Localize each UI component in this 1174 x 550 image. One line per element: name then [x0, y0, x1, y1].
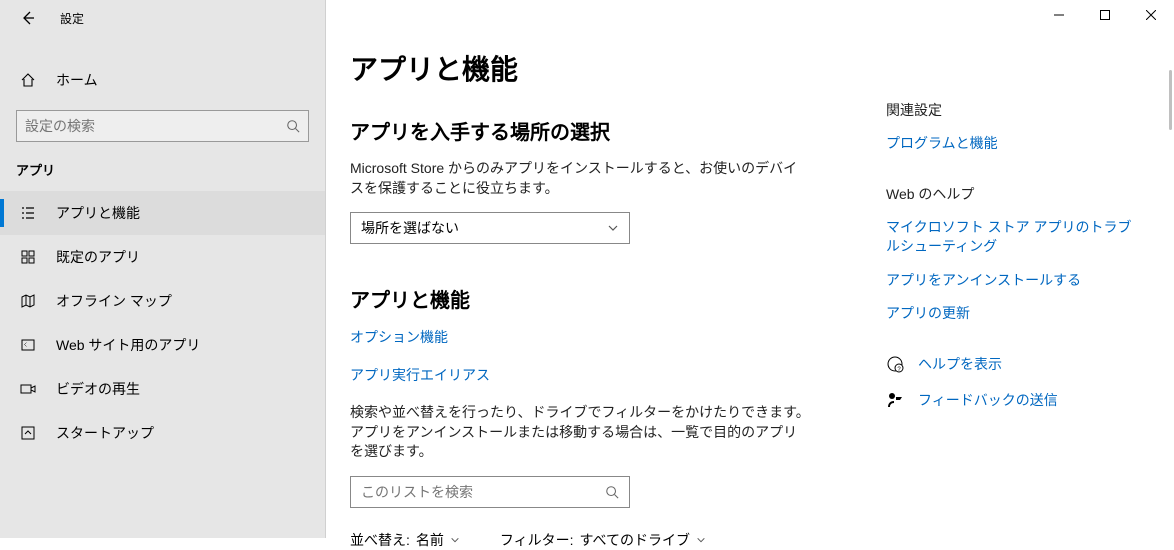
video-icon — [18, 381, 38, 397]
sidebar-search-input[interactable] — [25, 118, 286, 134]
related-settings-title: 関連設定 — [886, 100, 1132, 120]
defaults-icon — [18, 249, 38, 265]
link-store-troubleshoot[interactable]: マイクロソフト ストア アプリのトラブルシューティング — [886, 218, 1132, 257]
scrollbar-thumb[interactable] — [1169, 70, 1172, 130]
startup-icon — [18, 425, 38, 441]
arrow-left-icon — [20, 10, 36, 26]
help-row[interactable]: ? ヘルプを表示 — [886, 354, 1132, 374]
map-icon — [18, 293, 38, 309]
content: アプリと機能 アプリを入手する場所の選択 Microsoft Store からの… — [326, 0, 886, 538]
sidebar-item-label: Web サイト用のアプリ — [56, 335, 200, 355]
list-icon — [18, 205, 38, 221]
web-help-title: Web のヘルプ — [886, 184, 1132, 204]
link-programs-features[interactable]: プログラムと機能 — [886, 134, 1132, 154]
sidebar-search[interactable] — [16, 110, 309, 142]
sidebar-search-wrap — [0, 100, 325, 142]
link-uninstall-app[interactable]: アプリをアンインストールする — [886, 271, 1132, 291]
window-title: 設定 — [60, 10, 84, 27]
source-description: Microsoft Store からのみアプリをインストールすると、お使いのデバ… — [350, 159, 810, 198]
sidebar: 設定 ホーム アプリ アプリと機能 既定のアプリ — [0, 0, 326, 538]
sidebar-item-video-playback[interactable]: ビデオの再生 — [0, 367, 325, 411]
filter-value: すべてのドライブ — [580, 530, 690, 550]
search-icon — [605, 485, 619, 499]
sort-value: 名前 — [416, 530, 444, 550]
website-icon — [18, 337, 38, 353]
sidebar-item-label: 既定のアプリ — [56, 247, 140, 267]
settings-window: 設定 ホーム アプリ アプリと機能 既定のアプリ — [0, 0, 1174, 538]
right-pane: 関連設定 プログラムと機能 Web のヘルプ マイクロソフト ストア アプリのト… — [886, 0, 1156, 538]
home-icon — [18, 72, 38, 88]
titlebar: 設定 — [0, 0, 325, 36]
related-settings-section: 関連設定 プログラムと機能 — [886, 100, 1132, 154]
chevron-down-icon — [607, 222, 619, 234]
close-button[interactable] — [1128, 0, 1174, 30]
sidebar-item-label: オフライン マップ — [56, 291, 172, 311]
help-icon: ? — [886, 355, 904, 373]
back-button[interactable] — [8, 0, 48, 36]
window-controls — [1036, 0, 1174, 30]
chevron-down-icon — [450, 535, 460, 545]
nav-home-label: ホーム — [56, 70, 98, 90]
app-list-search-input[interactable] — [361, 484, 605, 500]
sidebar-item-apps-features[interactable]: アプリと機能 — [0, 191, 325, 235]
sort-filter-row: 並べ替え: 名前 フィルター: すべてのドライブ — [350, 530, 886, 550]
minimize-button[interactable] — [1036, 0, 1082, 30]
sidebar-item-label: アプリと機能 — [56, 203, 140, 223]
filter-label: フィルター: — [500, 530, 574, 550]
filter-control[interactable]: フィルター: すべてのドライブ — [500, 530, 706, 550]
section-title-apps: アプリと機能 — [350, 284, 886, 313]
app-list-search[interactable] — [350, 476, 630, 508]
feedback-icon — [886, 391, 904, 409]
nav-home[interactable]: ホーム — [0, 60, 325, 100]
apps-description: 検索や並べ替えを行ったり、ドライブでフィルターをかけたりできます。アプリをアンイ… — [350, 403, 810, 462]
page-title: アプリと機能 — [350, 48, 886, 88]
search-icon — [286, 119, 300, 133]
sidebar-item-offline-maps[interactable]: オフライン マップ — [0, 279, 325, 323]
chevron-down-icon — [696, 535, 706, 545]
web-help-section: Web のヘルプ マイクロソフト ストア アプリのトラブルシューティング アプリ… — [886, 184, 1132, 324]
sort-label: 並べ替え: — [350, 530, 410, 550]
feedback-label: フィードバックの送信 — [918, 390, 1058, 410]
link-optional-features[interactable]: オプション機能 — [350, 327, 886, 347]
main-area: アプリと機能 アプリを入手する場所の選択 Microsoft Store からの… — [326, 0, 1174, 538]
link-update-app[interactable]: アプリの更新 — [886, 304, 1132, 324]
sidebar-item-website-apps[interactable]: Web サイト用のアプリ — [0, 323, 325, 367]
sidebar-item-default-apps[interactable]: 既定のアプリ — [0, 235, 325, 279]
sidebar-item-label: ビデオの再生 — [56, 379, 140, 399]
maximize-button[interactable] — [1082, 0, 1128, 30]
source-select[interactable]: 場所を選ばない — [350, 212, 630, 244]
source-select-value: 場所を選ばない — [361, 218, 459, 238]
section-title-source: アプリを入手する場所の選択 — [350, 116, 886, 145]
help-label: ヘルプを表示 — [918, 354, 1002, 374]
link-app-alias[interactable]: アプリ実行エイリアス — [350, 365, 886, 385]
sidebar-item-startup[interactable]: スタートアップ — [0, 411, 325, 455]
sidebar-section-label: アプリ — [0, 142, 325, 191]
feedback-row[interactable]: フィードバックの送信 — [886, 390, 1132, 410]
sort-control[interactable]: 並べ替え: 名前 — [350, 530, 460, 550]
sidebar-item-label: スタートアップ — [56, 423, 154, 443]
